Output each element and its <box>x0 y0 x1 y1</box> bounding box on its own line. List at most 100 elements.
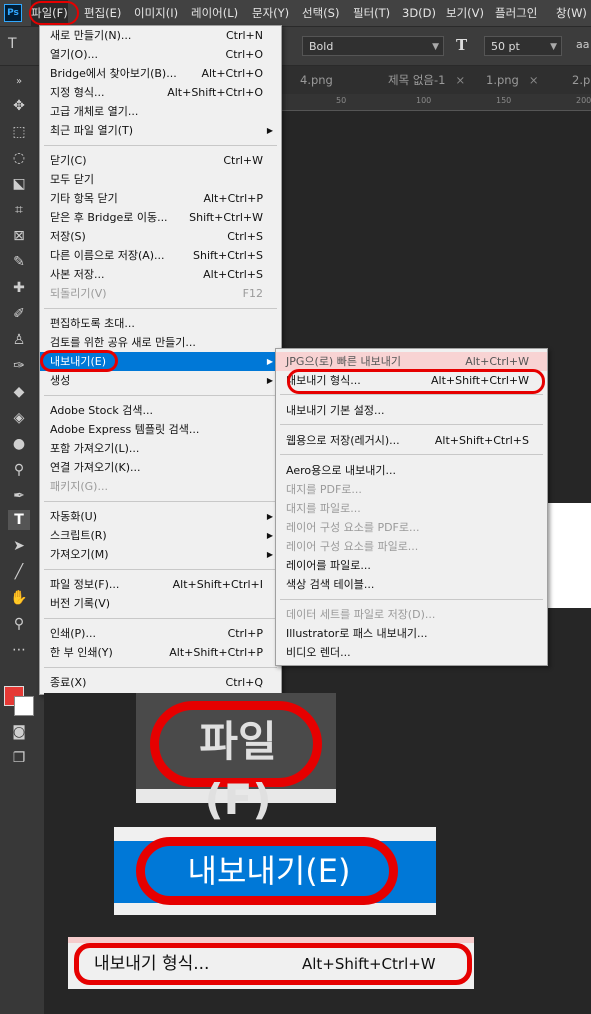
collapse-icon[interactable]: » <box>8 72 30 92</box>
menu-item[interactable]: 연결 가져오기(K)... <box>40 458 281 477</box>
menu-item-label: 종료(X) <box>50 676 87 689</box>
menu-image[interactable]: 이미지(I) <box>134 0 178 26</box>
menu-item: 레이어 구성 요소를 파일로... <box>276 537 547 556</box>
menu-item[interactable]: 한 부 인쇄(Y) Alt+Shift+Ctrl+P <box>40 643 281 662</box>
annotation-export-ring <box>40 350 118 372</box>
menu-item[interactable]: 최근 파일 열기(T) ▶ <box>40 121 281 140</box>
menu-item[interactable]: 종료(X) Ctrl+Q <box>40 673 281 692</box>
menu-item[interactable]: 비디오 렌더... <box>276 643 547 662</box>
font-size-select[interactable]: 50 pt ▼ <box>484 36 562 56</box>
menu-item[interactable]: 스크립트(R) ▶ <box>40 526 281 545</box>
menu-filter[interactable]: 필터(T) <box>353 0 390 26</box>
menu-item[interactable]: 인쇄(P)... Ctrl+P <box>40 624 281 643</box>
stamp-tool-icon[interactable]: ♙ <box>8 330 30 350</box>
menu-separator <box>44 667 277 668</box>
menu-item[interactable]: 레이어를 파일로... <box>276 556 547 575</box>
menu-item[interactable]: Adobe Express 템플릿 검색... <box>40 420 281 439</box>
tab-label: 제목 없음-1 <box>388 73 446 87</box>
tab-document[interactable]: 4.png <box>300 66 333 94</box>
menu-item[interactable]: 다른 이름으로 저장(A)... Shift+Ctrl+S <box>40 246 281 265</box>
history-brush-icon[interactable]: ✑ <box>8 356 30 376</box>
background-color-swatch[interactable] <box>14 696 34 716</box>
menu-item: 데이터 세트를 파일로 저장(D)... <box>276 605 547 624</box>
submenu-arrow-icon: ▶ <box>266 126 273 135</box>
hand-tool-icon[interactable]: ✋ <box>8 588 30 608</box>
menu-item[interactable]: 파일 정보(F)... Alt+Shift+Ctrl+I <box>40 575 281 594</box>
menu-item[interactable]: 고급 개체로 열기... <box>40 102 281 121</box>
menu-layer[interactable]: 레이어(L) <box>191 0 238 26</box>
ruler-tick-label: 200 <box>576 96 591 105</box>
quick-mask-icon[interactable]: ◙ <box>8 722 30 742</box>
tab-document[interactable]: 2.p <box>572 66 590 94</box>
annotation-export-as-ring <box>287 369 545 394</box>
menu-edit[interactable]: 편집(E) <box>84 0 121 26</box>
type-tool-icon[interactable]: T <box>8 510 30 530</box>
menu-type[interactable]: 문자(Y) <box>252 0 289 26</box>
eyedropper-icon[interactable]: ✎ <box>8 252 30 272</box>
menu-plugins[interactable]: 플러그인 <box>495 0 537 26</box>
menu-item-shortcut: Ctrl+W <box>223 154 263 167</box>
crop-tool-icon[interactable]: ⌗ <box>8 200 30 220</box>
eraser-tool-icon[interactable]: ◆ <box>8 382 30 402</box>
frame-tool-icon[interactable]: ⊠ <box>8 226 30 246</box>
paint-bucket-icon[interactable]: ◈ <box>8 408 30 428</box>
menu-item[interactable]: 색상 검색 테이블... <box>276 575 547 594</box>
close-icon[interactable]: × <box>455 73 465 87</box>
menu-item-label: 레이어 구성 요소를 PDF로... <box>286 521 420 534</box>
menu-item[interactable]: 버전 기록(V) <box>40 594 281 613</box>
menu-item[interactable]: 기타 항목 닫기 Alt+Ctrl+P <box>40 189 281 208</box>
dodge-tool-icon[interactable]: ⚲ <box>8 460 30 480</box>
object-selection-icon[interactable]: ⬕ <box>8 174 30 194</box>
submenu-arrow-icon: ▶ <box>266 531 273 540</box>
font-style-select[interactable]: Bold ▼ <box>302 36 444 56</box>
menu-item[interactable]: 닫은 후 Bridge로 이동... Shift+Ctrl+W <box>40 208 281 227</box>
menu-item[interactable]: 내보내기 기본 설정... <box>276 401 547 420</box>
path-selection-icon[interactable]: ➤ <box>8 536 30 556</box>
menu-item[interactable]: 지정 형식... Alt+Shift+Ctrl+O <box>40 83 281 102</box>
menu-select[interactable]: 선택(S) <box>302 0 339 26</box>
menu-item-label: 대지를 파일로... <box>286 502 361 515</box>
menu-item-label: 편집하도록 초대... <box>50 317 135 330</box>
menu-item-label: 포함 가져오기(L)... <box>50 442 140 455</box>
tab-document[interactable]: 제목 없음-1 × <box>388 66 465 94</box>
menu-item[interactable]: Adobe Stock 검색... <box>40 401 281 420</box>
menu-item[interactable]: 모두 닫기 <box>40 170 281 189</box>
lasso-tool-icon[interactable]: ◌ <box>8 148 30 168</box>
menu-item-label: 대지를 PDF로... <box>286 483 362 496</box>
move-tool-icon[interactable]: ✥ <box>8 96 30 116</box>
menu-item[interactable]: 자동화(U) ▶ <box>40 507 281 526</box>
brush-tool-icon[interactable]: ✐ <box>8 304 30 324</box>
menu-item[interactable]: 열기(O)... Ctrl+O <box>40 45 281 64</box>
menu-separator <box>44 569 277 570</box>
menu-item-label: 레이어를 파일로... <box>286 559 371 572</box>
menu-item[interactable]: 웹용으로 저장(레거시)... Alt+Shift+Ctrl+S <box>276 431 547 450</box>
menu-item[interactable]: Aero용으로 내보내기... <box>276 461 547 480</box>
healing-brush-icon[interactable]: ✚ <box>8 278 30 298</box>
menu-item: 레이어 구성 요소를 PDF로... <box>276 518 547 537</box>
more-tools-icon[interactable]: ⋯ <box>8 640 30 660</box>
menu-view[interactable]: 보기(V) <box>446 0 484 26</box>
line-tool-icon[interactable]: ╱ <box>8 562 30 582</box>
menu-item-shortcut: Ctrl+S <box>227 230 263 243</box>
screen-mode-icon[interactable]: ❐ <box>8 748 30 768</box>
menu-item[interactable]: 저장(S) Ctrl+S <box>40 227 281 246</box>
tab-document[interactable]: 1.png × <box>486 66 539 94</box>
menu-item[interactable]: 생성 ▶ <box>40 371 281 390</box>
menu-item[interactable]: 편집하도록 초대... <box>40 314 281 333</box>
menu-3d[interactable]: 3D(D) <box>402 0 436 26</box>
close-icon[interactable]: × <box>529 73 539 87</box>
marquee-tool-icon[interactable]: ⬚ <box>8 122 30 142</box>
pen-tool-icon[interactable]: ✒ <box>8 486 30 506</box>
menu-item[interactable]: Illustrator로 패스 내보내기... <box>276 624 547 643</box>
zoom-tool-icon[interactable]: ⚲ <box>8 614 30 634</box>
blur-tool-icon[interactable]: ● <box>8 434 30 454</box>
menu-item[interactable]: 사본 저장... Alt+Ctrl+S <box>40 265 281 284</box>
menu-item[interactable]: 가져오기(M) ▶ <box>40 545 281 564</box>
menu-item[interactable]: 닫기(C) Ctrl+W <box>40 151 281 170</box>
submenu-arrow-icon: ▶ <box>266 357 273 366</box>
menu-item[interactable]: Bridge에서 찾아보기(B)... Alt+Ctrl+O <box>40 64 281 83</box>
menu-item[interactable]: 새로 만들기(N)... Ctrl+N <box>40 26 281 45</box>
menu-item[interactable]: 포함 가져오기(L)... <box>40 439 281 458</box>
menu-window[interactable]: 창(W) <box>556 0 587 26</box>
anti-alias-label[interactable]: aa <box>576 38 589 51</box>
